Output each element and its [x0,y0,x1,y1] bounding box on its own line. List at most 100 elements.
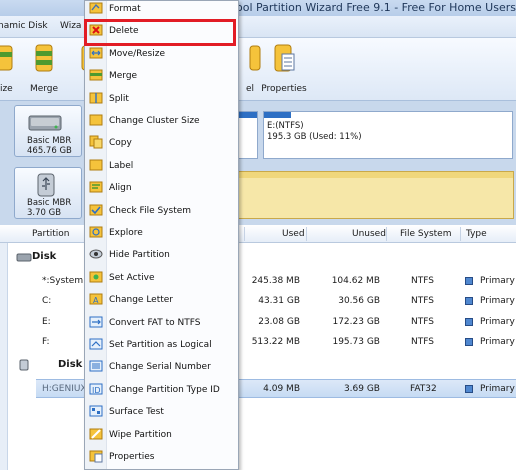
ctx-item-label: Change Partition Type ID [109,384,220,395]
ctx-item-label: Check File System [109,205,192,216]
partition-e-name: E:(NTFS) [267,121,304,131]
ctx-item-label[interactable]: Label [86,155,237,177]
disk-map: Basic MBR 465.76 GB Basic MBR 3.70 GB E:… [0,101,516,225]
primary-type-square [465,277,473,285]
ctx-item-set-active[interactable]: Set Active [86,267,237,289]
disk2-type: Basic MBR [27,198,72,208]
ctx-item-set-partition-as-logical[interactable]: Set Partition as Logical [86,334,237,356]
ctx-item-label: Change Serial Number [109,362,211,373]
disk1-type: Basic MBR [27,136,72,146]
delete-highlight-box [84,19,236,46]
ctx-item-label: Set Active [109,272,155,283]
menu-dynamic-disk[interactable]: namic Disk [0,20,48,32]
ctx-item-change-serial-number[interactable]: Change Serial Number [86,356,237,378]
ctx-item-label: Change Letter [109,295,174,306]
ctx-item-change-letter[interactable]: A Change Letter [86,289,237,311]
ctx-item-label: Label [109,160,134,171]
col-unused[interactable]: Unused [352,229,386,239]
table-row[interactable]: F: 513.22 MB 195.73 GB NTFS Primary [0,333,516,352]
resize-icon [0,45,13,71]
surface-test-icon [89,405,103,417]
col-file-system[interactable]: File System [400,229,451,239]
ctx-item-label: Change Cluster Size [109,116,200,126]
col-partition[interactable]: Partition [32,229,70,239]
convert-icon [89,316,103,328]
hide-partition-icon [89,249,103,259]
primary-type-square [465,318,473,326]
ctx-item-label: Wipe Partition [109,429,172,440]
menu-wizard[interactable]: Wiza [60,20,81,32]
col-type[interactable]: Type [466,229,487,239]
ctx-item-label: Copy [109,138,132,149]
ctx-item-explore[interactable]: Explore [86,222,237,244]
partition-table: Partition Used Unused File System Type D… [0,225,516,470]
change-letter-icon: A [89,293,103,305]
move-resize-icon [89,47,103,59]
ctx-item-label: Hide Partition [109,250,170,261]
ctx-item-format[interactable]: Format [86,0,237,20]
check-fs-icon [89,204,103,216]
properties-icon [89,450,103,463]
label-icon [89,159,103,171]
primary-type-square [465,338,473,346]
col-used[interactable]: Used [282,229,305,239]
primary-type-square [465,385,473,393]
ctx-item-copy[interactable]: Copy [86,132,237,154]
svg-text:ID: ID [92,386,101,395]
menu-bar: namic Disk Wiza [0,16,516,38]
format-icon [89,2,103,14]
window-title: ool Partition Wizard Free 9.1 - Free For… [236,1,516,14]
disk1-partition-block-e[interactable]: E:(NTFS) 195.3 GB (Used: 11%) [263,111,513,159]
ctx-item-label: Properties [109,452,155,462]
ctx-item-convert-fat-to-ntfs[interactable]: Convert FAT to NTFS [86,312,237,334]
partition-e-detail: 195.3 GB (Used: 11%) [267,132,362,142]
ctx-item-label: Merge [109,71,138,82]
context-menu: Format Delete Move/Resize Merge Split Change … [84,0,239,470]
ctx-item-label: Format [109,4,141,14]
align-icon [89,181,103,193]
ctx-item-change-cluster-size[interactable]: Change Cluster Size [86,110,237,132]
set-logical-icon [89,338,103,350]
merge-button[interactable]: Merge [18,42,70,95]
table-row[interactable]: E: 23.08 GB 172.23 GB NTFS Primary [0,313,516,332]
ctx-item-split[interactable]: Split [86,88,237,110]
partition-e-usage-bar [264,112,292,118]
table-header: Partition Used Unused File System Type [0,225,516,243]
ctx-item-label: Move/Resize [109,48,166,59]
disk1-group-label: Disk [32,251,57,262]
properties-button[interactable]: Properties [258,42,310,95]
disk2-size: 3.70 GB [27,208,62,218]
table-row[interactable]: C: 43.31 GB 30.56 GB NTFS Primary [0,292,516,311]
svg-text:A: A [93,296,99,305]
ctx-item-properties[interactable]: Properties [86,446,237,468]
ctx-item-surface-test[interactable]: Surface Test [86,401,237,423]
hard-disk-icon [28,115,62,131]
ctx-item-label: Surface Test [109,407,164,418]
copy-icon [89,135,103,149]
disk2-card[interactable]: Basic MBR 3.70 GB [14,167,82,219]
explore-icon [89,226,103,238]
table-row[interactable]: *:System R 245.38 MB 104.62 MB NTFS Prim… [0,272,516,291]
ctx-item-align[interactable]: Align [86,177,237,199]
cluster-size-icon [89,114,103,126]
ctx-item-move-resize[interactable]: Move/Resize [86,43,237,65]
primary-type-square [465,297,473,305]
ctx-item-label: Convert FAT to NTFS [109,317,201,328]
ctx-item-label: Explore [109,228,143,238]
ctx-item-label: Set Partition as Logical [109,340,212,350]
ctx-item-label: Align [109,183,132,194]
serial-number-icon [89,360,103,372]
disk1-card[interactable]: Basic MBR 465.76 GB [14,105,82,157]
toolbar: size Merge D el Properties [0,38,516,101]
ctx-item-check-file-system[interactable]: Check File System [86,200,237,222]
ctx-item-merge[interactable]: Merge [86,65,237,87]
usb-drive-icon [37,173,55,197]
ctx-item-wipe-partition[interactable]: Wipe Partition [86,424,237,446]
disk-icon [16,253,32,262]
properties-icon [274,44,295,72]
ctx-item-hide-partition[interactable]: Hide Partition [86,244,237,266]
disk1-size: 465.76 GB [27,146,72,156]
title-bar: ool Partition Wizard Free 9.1 - Free For… [0,0,516,16]
merge-icon [35,44,53,72]
ctx-item-change-partition-type-id[interactable]: ID Change Partition Type ID [86,379,237,401]
